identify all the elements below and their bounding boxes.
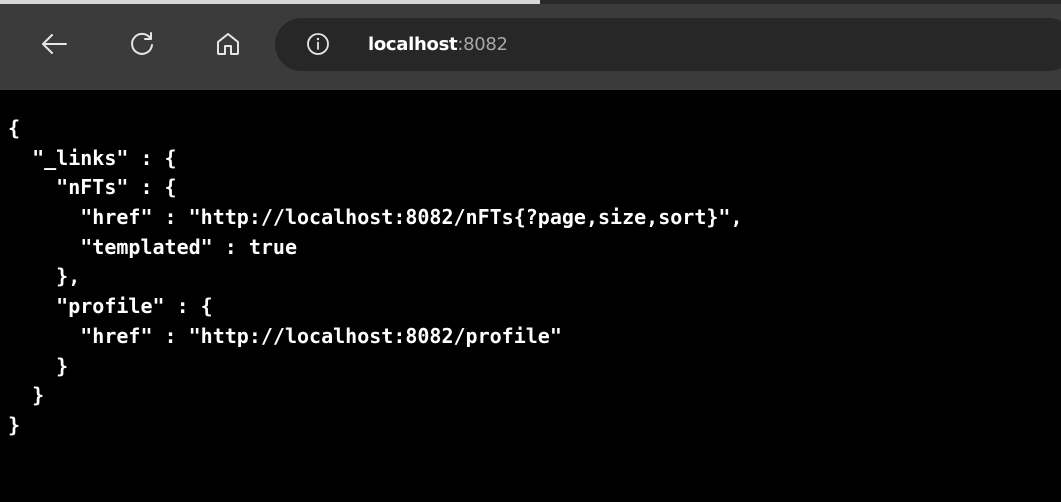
json-line: "href" : "http://localhost:8082/profile" bbox=[8, 323, 562, 348]
json-response: { "_links" : { "nFTs" : { "href" : "http… bbox=[8, 114, 743, 441]
json-line: "href" : "http://localhost:8082/nFTs{?pa… bbox=[8, 205, 743, 230]
json-line: "profile" : { bbox=[8, 294, 213, 319]
json-line: } bbox=[8, 412, 21, 437]
json-line: } bbox=[8, 353, 69, 378]
arrow-left-icon bbox=[40, 32, 68, 56]
home-icon bbox=[215, 31, 241, 57]
url-port: 8082 bbox=[463, 34, 508, 55]
back-button[interactable] bbox=[32, 22, 76, 66]
json-line: }, bbox=[8, 264, 81, 289]
json-line: "_links" : { bbox=[8, 145, 177, 170]
active-tab-edge bbox=[0, 0, 540, 4]
json-line: { bbox=[8, 116, 21, 140]
tab-strip-edge bbox=[0, 0, 1061, 4]
json-line: "nFTs" : { bbox=[8, 175, 177, 200]
info-icon[interactable] bbox=[306, 32, 330, 56]
url-host: localhost bbox=[368, 34, 458, 55]
json-line: "templated" : true bbox=[8, 234, 297, 259]
refresh-button[interactable] bbox=[120, 22, 164, 66]
browser-toolbar: localhost:8082 bbox=[0, 0, 1061, 90]
url-text[interactable]: localhost:8082 bbox=[368, 32, 508, 58]
home-button[interactable] bbox=[206, 22, 250, 66]
address-bar[interactable]: localhost:8082 bbox=[275, 18, 1061, 71]
json-line: } bbox=[8, 383, 45, 408]
refresh-icon bbox=[128, 30, 156, 58]
page-content: { "_links" : { "nFTs" : { "href" : "http… bbox=[0, 90, 1061, 502]
